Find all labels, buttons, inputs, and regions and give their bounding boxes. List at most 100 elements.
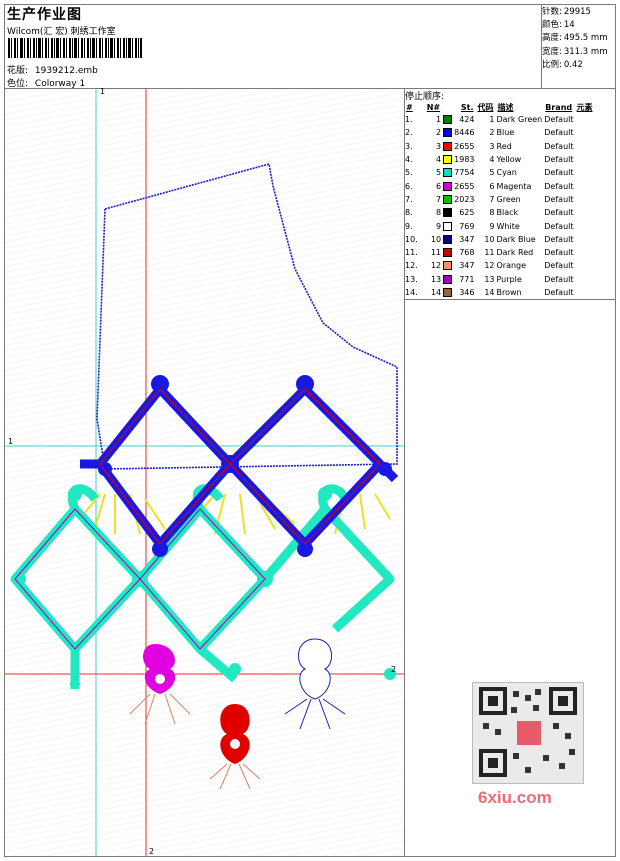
row-index: 12. (405, 261, 418, 271)
color-swatch (443, 248, 453, 258)
colorway-row: 色位: Colorway 1 (7, 76, 85, 89)
row-number: 12 (430, 261, 442, 271)
stat-stitches: 针数: 29915 (542, 7, 591, 17)
row-stitches: 771 (459, 274, 475, 284)
row-element (575, 193, 595, 206)
row-swatch (442, 179, 453, 192)
row-description: Orange (496, 261, 527, 271)
row-brand: Default (544, 261, 574, 271)
color-swatch (443, 221, 453, 231)
magenta-motif (129, 644, 191, 725)
row-number: 8 (436, 208, 442, 218)
stat-colors: 颜色: 14 (542, 20, 575, 31)
row-stitches: 2023 (454, 194, 475, 204)
row-number: 5 (436, 168, 442, 178)
row-stitches: 346 (459, 288, 475, 297)
row-index: 14. (405, 288, 418, 297)
row-number: 9 (436, 221, 442, 231)
row-swatch (442, 166, 453, 179)
row-number: 11 (430, 248, 442, 258)
table-row: 6. 6 2655 6 Magenta Default (404, 179, 595, 192)
color-swatch (443, 288, 453, 297)
row-description: Purple (496, 274, 522, 284)
row-code: 14 (484, 288, 495, 297)
color-stop-table: # N# St. 代码 描述 Brand 元素 1. 1 424 1 Dark Gree… (404, 101, 595, 299)
row-code: 2 (489, 128, 495, 138)
row-description: Cyan (496, 168, 517, 178)
row-element (575, 273, 595, 286)
row-index: 9. (405, 221, 413, 231)
row-swatch (442, 246, 453, 259)
row-index: 8. (405, 208, 413, 218)
qr-pattern (479, 687, 577, 777)
row-element (575, 113, 595, 126)
row-description: White (496, 221, 520, 231)
col-code: 代码 (477, 102, 494, 112)
col-brand: Brand (545, 102, 573, 112)
stat-width: 宽度: 311.3 mm (542, 46, 608, 57)
row-description: Blue (496, 128, 515, 138)
row-stitches: 2655 (454, 181, 475, 191)
row-number: 6 (436, 181, 442, 191)
row-index: 13. (405, 274, 418, 284)
color-swatch (443, 234, 453, 244)
table-row: 10. 10 347 10 Dark Blue Default (404, 233, 595, 246)
row-description: Magenta (496, 181, 532, 191)
axis-label-bottom: 2 (149, 847, 155, 856)
row-description: Dark Blue (496, 234, 536, 244)
row-index: 4. (405, 155, 413, 165)
row-swatch (442, 126, 453, 139)
row-swatch (442, 193, 453, 206)
row-description: Green (496, 194, 521, 204)
row-stitches: 424 (459, 115, 475, 125)
design-value: 1939212.emb (34, 66, 98, 76)
stat-height: 高度: 495.5 mm (542, 33, 608, 44)
table-row: 2. 2 8446 2 Blue Default (404, 126, 595, 139)
company-name: Wilcom(汇 宏) 刺绣工作室 (7, 27, 116, 37)
row-stitches: 769 (459, 221, 475, 231)
row-brand: Default (544, 141, 574, 151)
row-stitches: 625 (459, 208, 475, 218)
design-stats: 针数: 29915 颜色: 14 高度: 495.5 mm 宽度: 311.3 mm 比… (542, 6, 607, 72)
row-brand: Default (544, 234, 574, 244)
row-description: Black (496, 208, 519, 218)
row-element (575, 179, 595, 192)
qr-code (472, 682, 584, 784)
row-brand: Default (544, 248, 574, 258)
row-brand: Default (544, 288, 574, 297)
color-swatch (443, 141, 453, 151)
row-description: Dark Green (496, 115, 543, 125)
table-row: 3. 3 2655 3 Red Default (404, 140, 595, 153)
row-code: 1 (489, 115, 495, 125)
table-row: 11. 11 768 11 Dark Red Default (404, 246, 595, 259)
row-index: 1. (405, 115, 413, 125)
design-file-row: 花版: 1939212.emb (7, 63, 98, 76)
row-index: 7. (405, 194, 413, 204)
row-brand: Default (544, 155, 574, 165)
row-number: 10 (430, 234, 442, 244)
row-stitches: 1983 (454, 155, 475, 165)
table-row: 14. 14 346 14 Brown Default (404, 286, 595, 299)
row-index: 6. (405, 181, 413, 191)
axis-label-left: 1 (8, 437, 14, 446)
stat-scale: 比例: 0.42 (542, 59, 583, 70)
row-number: 3 (436, 141, 442, 151)
row-element (575, 233, 595, 246)
row-code: 10 (484, 234, 495, 244)
table-header-row: # N# St. 代码 描述 Brand 元素 (404, 101, 595, 113)
row-brand: Default (544, 274, 574, 284)
row-element (575, 246, 595, 259)
row-element (575, 206, 595, 219)
color-swatch (443, 194, 453, 204)
row-brand: Default (544, 115, 574, 125)
color-swatch (443, 274, 453, 284)
row-index: 3. (405, 141, 413, 151)
neckline-outline (96, 162, 398, 470)
row-swatch (442, 286, 453, 299)
design-canvas: 1 1 2 2 (5, 87, 404, 856)
row-index: 2. (405, 128, 413, 138)
row-code: 11 (484, 248, 495, 258)
page-title: 生产作业图 (7, 7, 82, 23)
white-motif (284, 638, 346, 730)
row-element (575, 286, 595, 299)
